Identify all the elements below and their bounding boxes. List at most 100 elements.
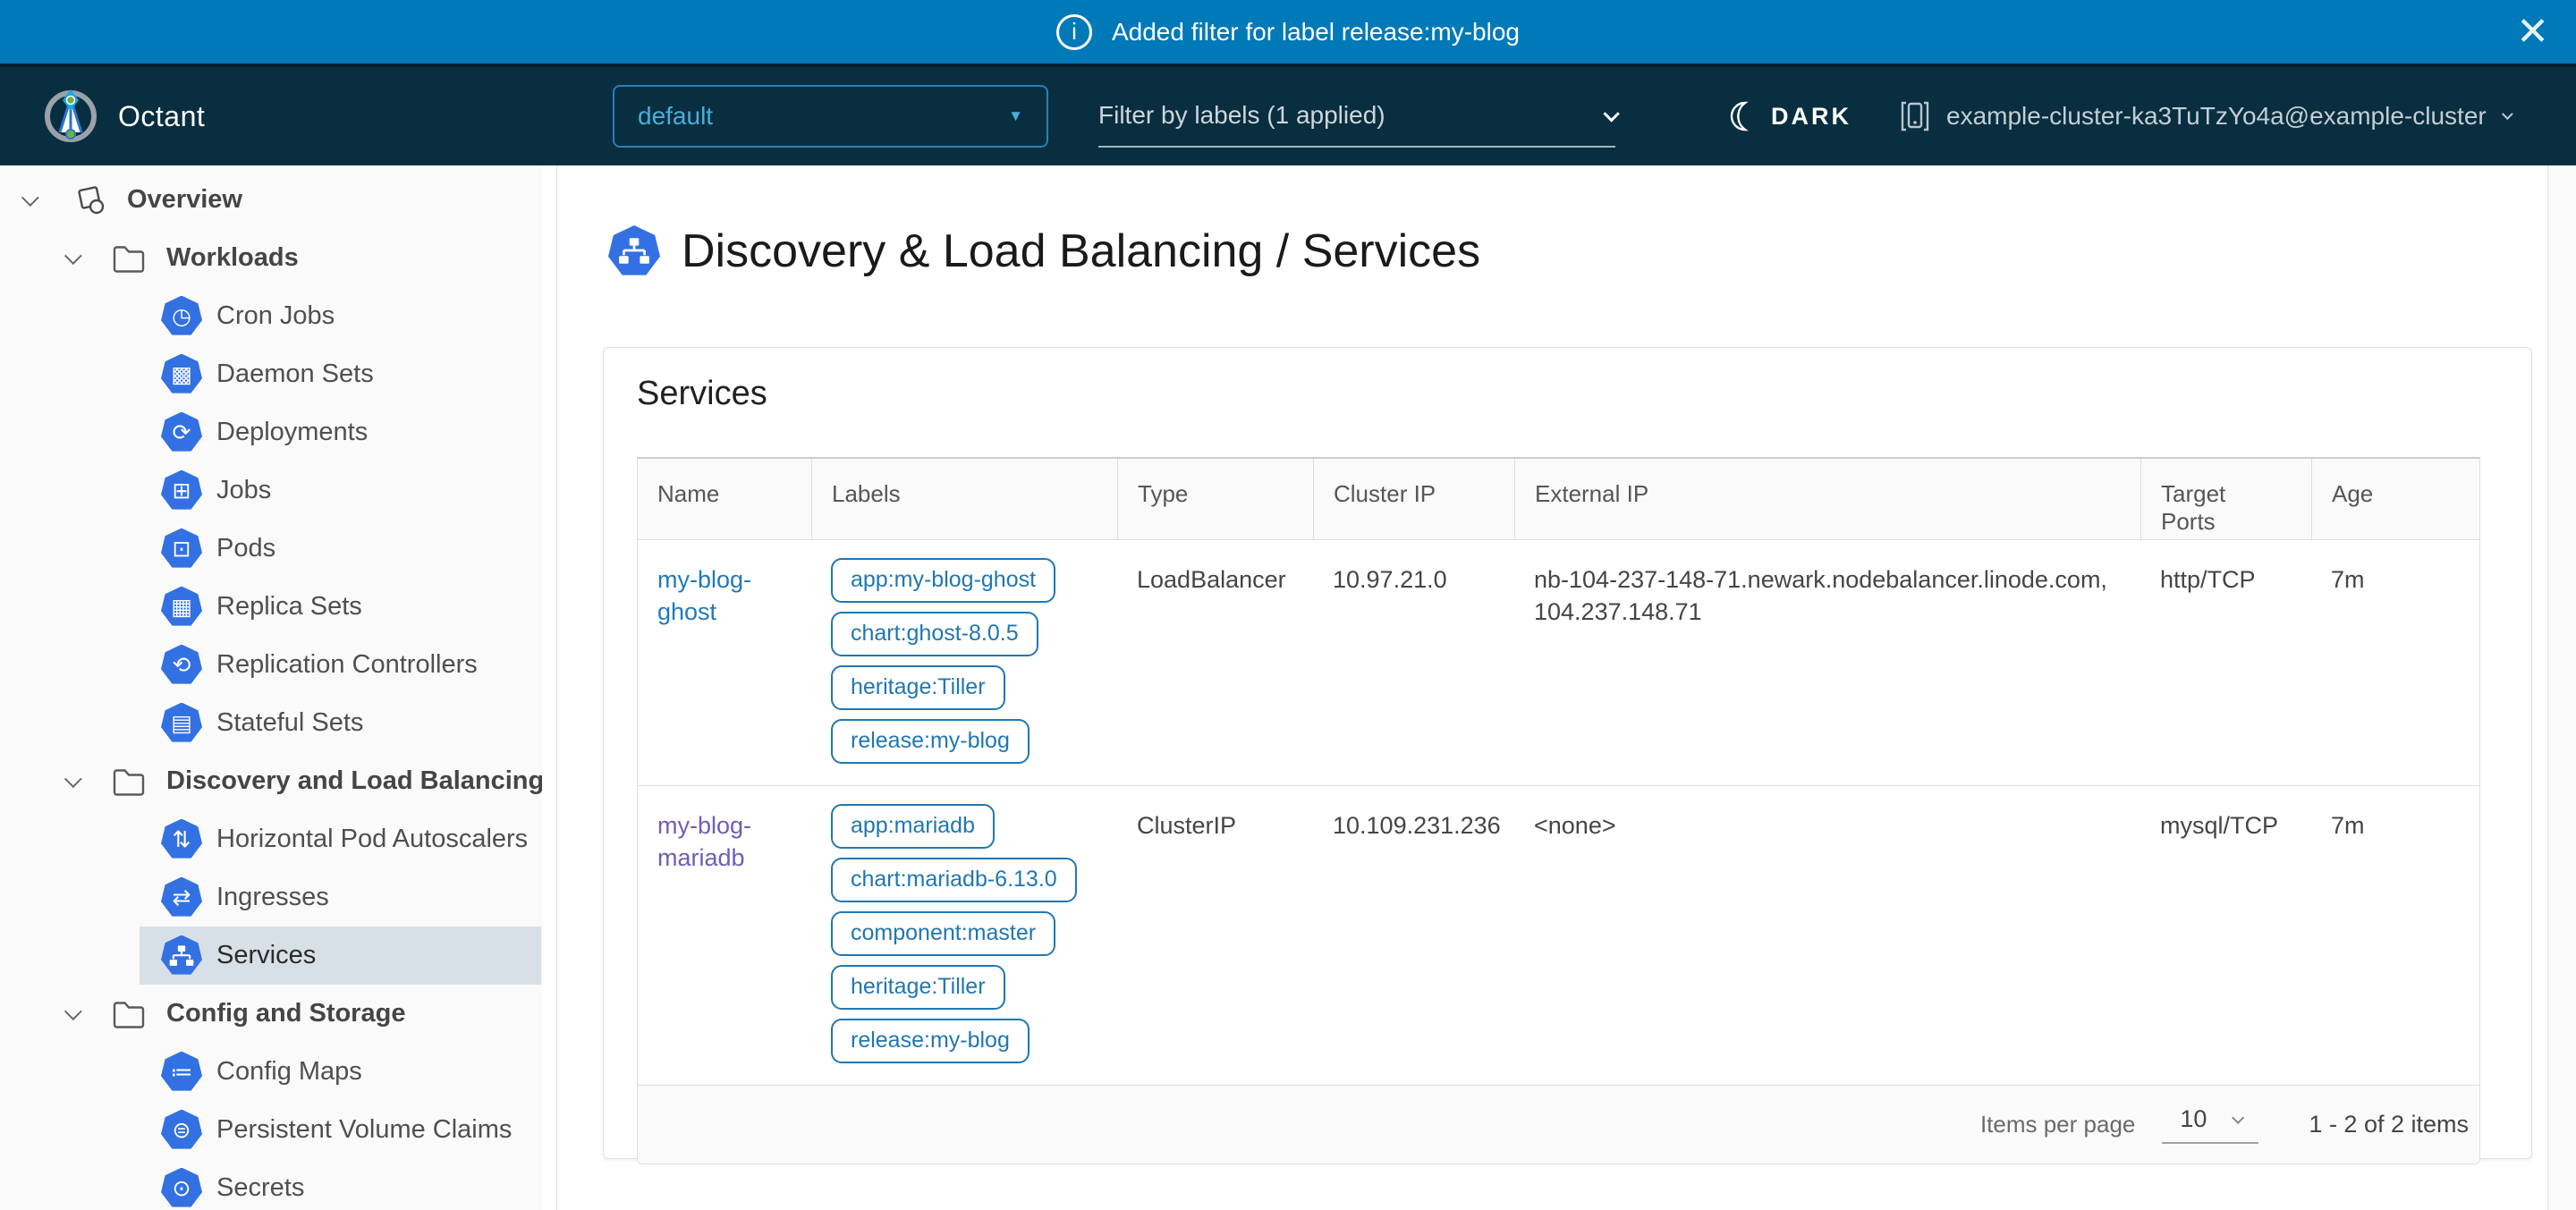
cell-name: my-blog-mariadb bbox=[638, 786, 811, 1085]
sidebar-item-deployments[interactable]: ⟳ Deployments bbox=[0, 403, 556, 461]
sidebar-item-label: Replica Sets bbox=[216, 592, 362, 622]
sidebar-item-label: Overview bbox=[127, 185, 242, 215]
service-link[interactable]: my-blog-ghost bbox=[657, 566, 751, 625]
icon-glyph: ⇄ bbox=[173, 884, 191, 911]
objects-icon bbox=[73, 183, 107, 217]
cell-type: LoadBalancer bbox=[1117, 540, 1313, 785]
column-header-labels: Labels bbox=[811, 459, 1117, 539]
icon-glyph: ≔ bbox=[171, 1059, 193, 1086]
cell-labels: app:mariadb chart:mariadb-6.13.0 compone… bbox=[811, 786, 1117, 1085]
cell-target-ports: http/TCP bbox=[2140, 540, 2311, 785]
chevron-down-icon bbox=[1603, 106, 1619, 122]
label-pill[interactable]: chart:ghost-8.0.5 bbox=[831, 612, 1038, 656]
icon-glyph: ▦ bbox=[171, 594, 192, 621]
octant-app: i Added filter for label release:my-blog… bbox=[0, 0, 2576, 1210]
label-pill[interactable]: component:master bbox=[831, 911, 1055, 956]
label-pill[interactable]: release:my-blog bbox=[831, 1019, 1030, 1063]
sidebar-item-cron-jobs[interactable]: ◷ Cron Jobs bbox=[0, 287, 556, 345]
label-pill[interactable]: app:my-blog-ghost bbox=[831, 558, 1055, 603]
main-content: Discovery & Load Balancing / Services Se… bbox=[557, 165, 2576, 1210]
sidebar-item-horizontal-pod-autoscalers[interactable]: ⇅ Horizontal Pod Autoscalers bbox=[0, 810, 556, 868]
sidebar-item-config-maps[interactable]: ≔ Config Maps bbox=[0, 1043, 556, 1101]
theme-toggle-label: DARK bbox=[1771, 103, 1852, 131]
column-header-external-ip: External IP bbox=[1514, 459, 2140, 539]
sidebar-item-label: Services bbox=[216, 941, 316, 970]
pagination-range: 1 - 2 of 2 items bbox=[2309, 1111, 2469, 1138]
label-pill[interactable]: app:mariadb bbox=[831, 804, 995, 849]
sidebar-item-secrets[interactable]: ⊙ Secrets bbox=[0, 1159, 556, 1210]
cluster-selector[interactable]: example-cluster-ka3TuTzYo4a@example-clus… bbox=[1898, 67, 2509, 165]
sidebar-item-replication-controllers[interactable]: ⟲ Replication Controllers bbox=[0, 636, 556, 694]
sidebar-item-label: Secrets bbox=[216, 1173, 304, 1203]
namespace-select[interactable]: default ▼ bbox=[613, 85, 1048, 148]
cell-name: my-blog-ghost bbox=[638, 540, 811, 785]
label-filter-input[interactable]: Filter by labels (1 applied) bbox=[1098, 85, 1615, 148]
main-scrollbar[interactable] bbox=[2547, 165, 2576, 1210]
label-pill[interactable]: release:my-blog bbox=[831, 719, 1030, 764]
table-row: my-blog-mariadb app:mariadb chart:mariad… bbox=[638, 785, 2479, 1085]
cluster-icon bbox=[1898, 96, 1932, 137]
label-pill[interactable]: chart:mariadb-6.13.0 bbox=[831, 858, 1077, 902]
cell-external-ip: <none> bbox=[1514, 786, 2140, 1085]
column-header-age: Age bbox=[2311, 459, 2479, 539]
theme-toggle-button[interactable]: DARK bbox=[1724, 67, 1852, 165]
sidebar-item-stateful-sets[interactable]: ▤ Stateful Sets bbox=[0, 694, 556, 752]
sidebar-item-label: Config and Storage bbox=[166, 999, 405, 1028]
sidebar-item-label: Horizontal Pod Autoscalers bbox=[216, 825, 528, 854]
icon-glyph: ⊡ bbox=[173, 536, 191, 563]
sidebar-item-discovery-load-balancing[interactable]: Discovery and Load Balancing bbox=[0, 752, 556, 810]
sidebar-item-ingresses[interactable]: ⇄ Ingresses bbox=[0, 868, 556, 927]
sidebar-item-replica-sets[interactable]: ▦ Replica Sets bbox=[0, 578, 556, 636]
label-pill[interactable]: heritage:Tiller bbox=[831, 665, 1005, 710]
octant-logo bbox=[43, 89, 98, 144]
close-icon[interactable]: ✕ bbox=[2516, 13, 2549, 52]
cell-age: 7m bbox=[2311, 540, 2479, 785]
service-link[interactable]: my-blog-mariadb bbox=[657, 812, 751, 871]
sidebar-item-jobs[interactable]: ⊞ Jobs bbox=[0, 461, 556, 520]
services-icon bbox=[608, 225, 660, 277]
icon-glyph: ◷ bbox=[172, 303, 191, 330]
daemon-sets-icon: ▩ bbox=[161, 354, 202, 395]
icon-glyph: ⊙ bbox=[173, 1175, 191, 1202]
sidebar-item-workloads[interactable]: Workloads bbox=[0, 229, 556, 287]
services-table: Name Labels Type Cluster IP External IP … bbox=[637, 457, 2480, 1164]
folder-icon bbox=[113, 1000, 145, 1028]
jobs-icon: ⊞ bbox=[161, 470, 202, 512]
table-header-row: Name Labels Type Cluster IP External IP … bbox=[638, 459, 2479, 539]
secrets-icon: ⊙ bbox=[161, 1168, 202, 1209]
chevron-down-icon[interactable] bbox=[21, 189, 39, 207]
sidebar-item-daemon-sets[interactable]: ▩ Daemon Sets bbox=[0, 345, 556, 403]
chevron-down-icon[interactable] bbox=[64, 770, 82, 788]
icon-glyph: ⟳ bbox=[173, 419, 191, 446]
cell-age: 7m bbox=[2311, 786, 2479, 1085]
banner-message: Added filter for label release:my-blog bbox=[1112, 18, 1520, 47]
cron-jobs-icon: ◷ bbox=[161, 296, 202, 337]
table-footer: Items per page 10 1 - 2 of 2 items bbox=[638, 1085, 2479, 1163]
sidebar-item-persistent-volume-claims[interactable]: ⊜ Persistent Volume Claims bbox=[0, 1101, 556, 1159]
stateful-sets-icon: ▤ bbox=[161, 703, 202, 744]
label-pill[interactable]: heritage:Tiller bbox=[831, 965, 1005, 1010]
cluster-name: example-cluster-ka3TuTzYo4a@example-clus… bbox=[1946, 102, 2487, 131]
column-header-cluster-ip: Cluster IP bbox=[1313, 459, 1514, 539]
ingresses-icon: ⇄ bbox=[161, 877, 202, 918]
services-card: Services Name Labels Type Cluster IP Ext… bbox=[603, 347, 2532, 1159]
chevron-down-icon[interactable] bbox=[64, 1003, 82, 1020]
replica-sets-icon: ▦ bbox=[161, 587, 202, 628]
config-maps-icon: ≔ bbox=[161, 1052, 202, 1093]
sidebar-item-services[interactable]: Services bbox=[0, 927, 556, 985]
cell-target-ports: mysql/TCP bbox=[2140, 786, 2311, 1085]
cell-cluster-ip: 10.109.231.236 bbox=[1313, 786, 1514, 1085]
cell-labels: app:my-blog-ghost chart:ghost-8.0.5 heri… bbox=[811, 540, 1117, 785]
chevron-down-icon bbox=[2232, 1111, 2244, 1123]
page-size-select[interactable]: 10 bbox=[2162, 1105, 2258, 1144]
sidebar-scrollbar[interactable] bbox=[542, 165, 556, 1210]
sidebar-item-label: Cron Jobs bbox=[216, 301, 335, 331]
app-header: Octant default ▼ Filter by labels (1 app… bbox=[0, 67, 2576, 165]
icon-glyph: ⇅ bbox=[173, 826, 191, 853]
sidebar-item-pods[interactable]: ⊡ Pods bbox=[0, 520, 556, 578]
horizontal-pod-autoscalers-icon: ⇅ bbox=[161, 819, 202, 860]
sidebar-item-config-and-storage[interactable]: Config and Storage bbox=[0, 985, 556, 1043]
chevron-down-icon[interactable] bbox=[64, 247, 82, 265]
sidebar-item-label: Workloads bbox=[166, 243, 299, 273]
sidebar-item-overview[interactable]: Overview bbox=[0, 171, 556, 229]
